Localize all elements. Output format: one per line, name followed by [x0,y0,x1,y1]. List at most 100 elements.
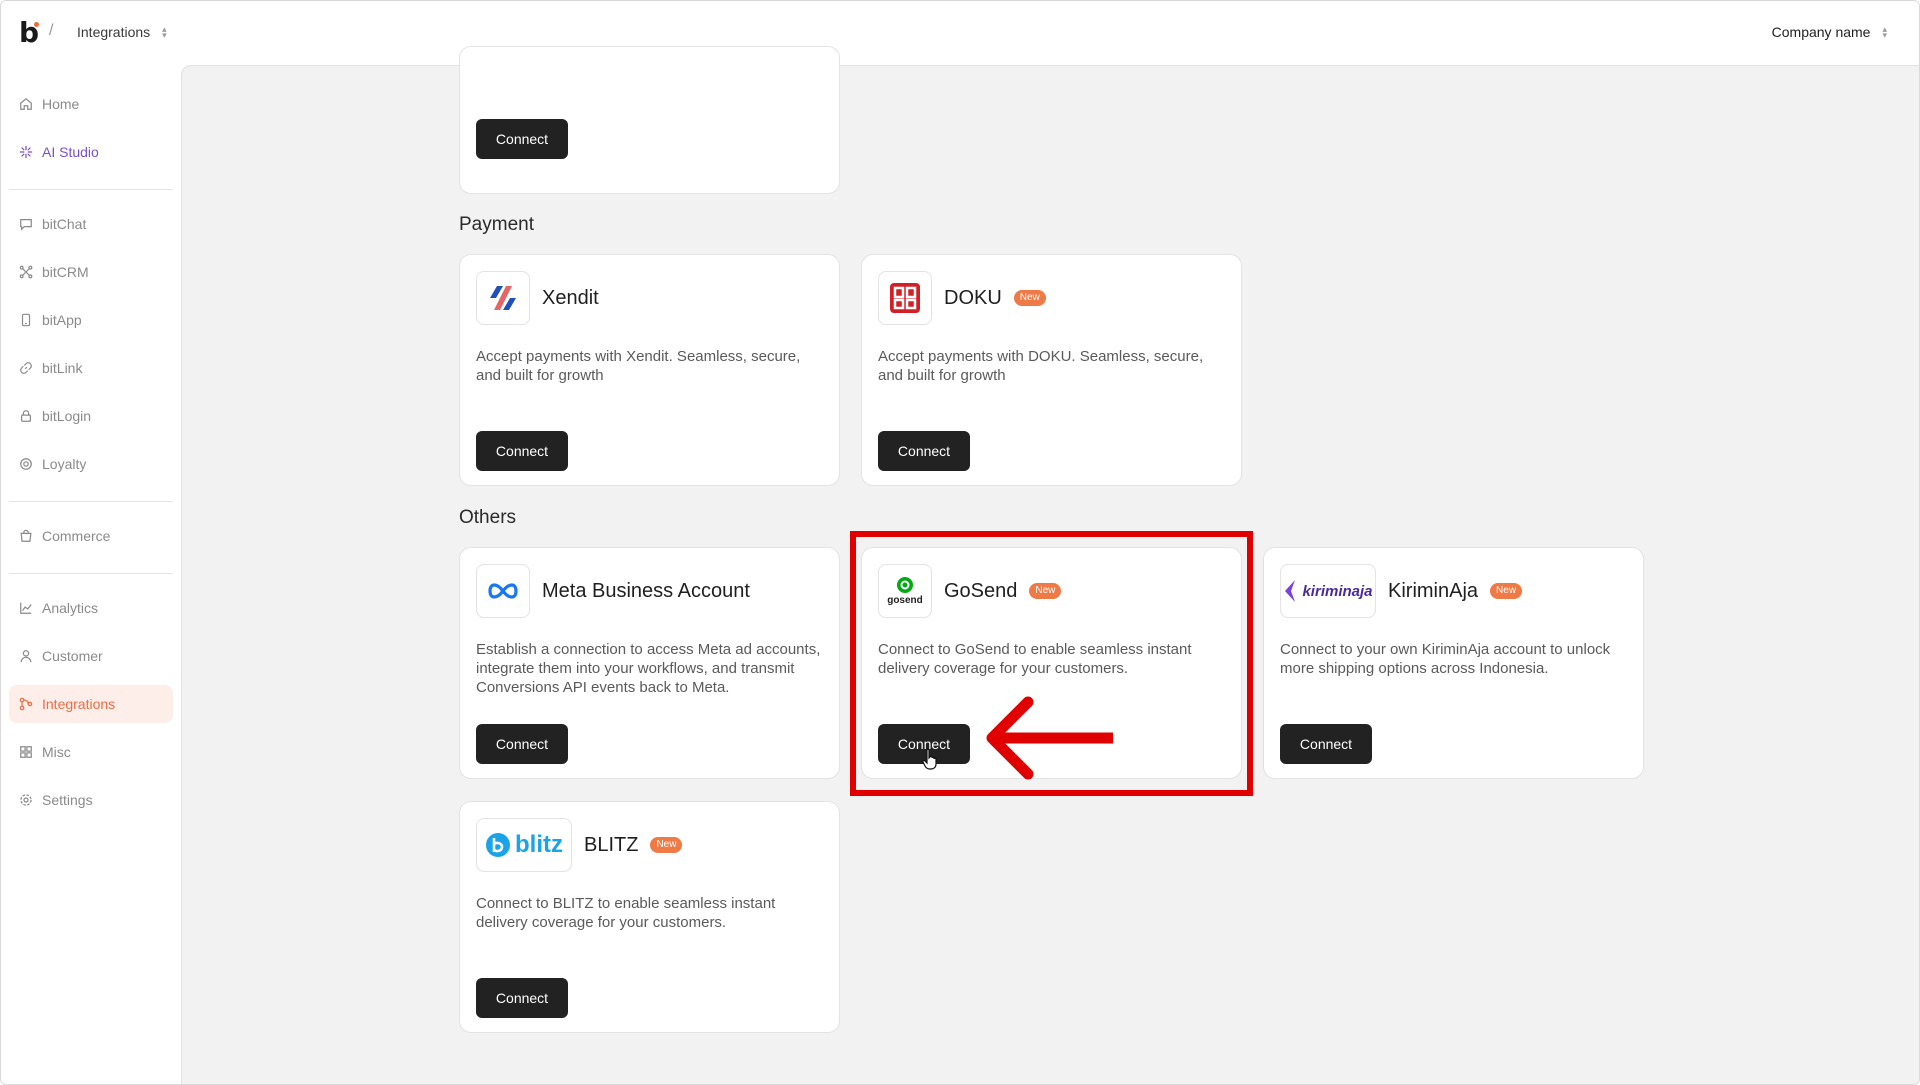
topbar: b / Integrations ▴ ▾ Company name ▴ ▾ [1,1,1919,65]
app-window: b / Integrations ▴ ▾ Company name ▴ ▾ Home… [0,0,1920,1085]
xendit-logo [476,271,530,325]
gosend-wordmark: gosend [887,595,923,606]
card-description: Accept payments with Xendit. Seamless, s… [476,348,801,384]
sidebar-item-home[interactable]: Home [9,85,173,123]
meta-infinity-icon [488,583,518,599]
connect-button[interactable]: Connect [878,431,970,471]
new-badge: New [1029,583,1062,599]
grid-icon [20,746,32,758]
sidebar-divider [9,573,173,574]
main-content: Connect Payment Xendit Accept payments w… [181,46,1919,1084]
sidebar-item-bitapp[interactable]: bitApp [9,301,173,339]
sidebar-item-label: bitCRM [42,264,89,280]
crm-icon [19,265,33,279]
card-description: Connect to your own KiriminAja account t… [1280,641,1611,677]
card-description: Accept payments with DOKU. Seamless, sec… [878,348,1204,384]
chart-icon [20,602,32,614]
card-description: Connect to BLITZ to enable seamless inst… [476,895,776,931]
sidebar-item-label: Settings [42,792,93,808]
user-icon [20,650,32,663]
sidebar-item-misc[interactable]: Misc [9,733,173,771]
xendit-card: Xendit Accept payments with Xendit. Seam… [459,254,840,486]
breadcrumb-switcher[interactable]: Integrations ▴ ▾ [77,24,167,40]
kiriminaja-card: kiriminaja KiriminAja New Connect to you… [1263,547,1644,779]
card-title: KiriminAja [1388,579,1479,602]
sidebar-item-bitchat[interactable]: bitChat [9,205,173,243]
kiriminaja-wordmark: kiriminaja [1302,582,1373,600]
sidebar-item-label: Home [42,96,80,112]
hand-cursor-icon [922,748,937,770]
chevron-updown-icon: ▴ ▾ [162,24,167,40]
company-switcher[interactable]: Company name ▴ ▾ [1772,24,1887,40]
settings-icon [20,794,32,806]
card-description: Connect to GoSend to enable seamless ins… [878,641,1192,677]
breadcrumb-separator: / [49,22,54,39]
sidebar-item-analytics[interactable]: Analytics [9,589,173,627]
sidebar-item-customer[interactable]: Customer [9,637,173,675]
connect-button[interactable]: Connect [476,431,568,471]
logo-dot [34,22,39,27]
blitz-wordmark: blitz [515,831,563,858]
sidebar-item-bitlogin[interactable]: bitLogin [9,397,173,435]
sidebar-item-label: bitApp [42,312,82,328]
xendit-x-icon [490,286,516,310]
connect-button[interactable]: Connect [1280,724,1372,764]
integrations-icon [19,697,33,711]
gosend-logo: gosend [878,564,932,618]
new-badge: New [1013,290,1046,306]
phone-icon [21,313,31,327]
blitz-logo: blitz [476,818,572,872]
sidebar-divider [9,189,173,190]
meta-business-card: Meta Business Account Establish a connec… [459,547,840,779]
sidebar-divider [9,501,173,502]
meta-logo [476,564,530,618]
company-name: Company name [1771,24,1871,40]
new-badge: New [1490,583,1523,599]
loyalty-icon [20,458,32,470]
sidebar-item-label: Commerce [42,528,111,544]
card-header: DOKU New [878,271,1046,325]
card-header: Meta Business Account [476,564,750,618]
home-icon [20,97,32,110]
breadcrumb-label: Integrations [77,24,151,40]
sidebar: Home AI Studio bitChat bitCRM bitApp bit… [1,65,181,1084]
red-arrow-icon [986,696,1113,780]
card-title: DOKU [944,286,1002,309]
sidebar-item-loyalty[interactable]: Loyalty [9,445,173,483]
blitz-card: blitz BLITZ New Connect to BLITZ to enab… [459,801,840,1033]
card-title: BLITZ [584,833,639,856]
integration-card-top: Connect [459,46,840,194]
sidebar-item-bitcrm[interactable]: bitCRM [9,253,173,291]
lock-icon [21,410,31,422]
sidebar-item-label: bitLink [42,360,83,376]
card-header: Xendit [476,271,599,325]
sidebar-item-label: Misc [42,744,71,760]
sidebar-item-integrations[interactable]: Integrations [9,685,173,723]
sidebar-item-commerce[interactable]: Commerce [9,517,173,555]
sidebar-item-settings[interactable]: Settings [9,781,173,819]
card-title: Meta Business Account [542,579,750,602]
connect-button[interactable]: Connect [476,119,568,159]
kiriminaja-mark-icon [1285,580,1296,602]
card-description: Establish a connection to access Meta ad… [476,641,821,696]
sidebar-item-label: Integrations [42,696,116,712]
sparkle-icon [19,145,33,159]
gosend-mark-icon [897,577,913,593]
card-header: kiriminaja KiriminAja New [1280,564,1523,618]
card-title: GoSend [944,579,1018,602]
chat-icon [20,219,32,231]
bag-icon [20,529,32,542]
new-badge: New [650,837,683,853]
doku-logo [878,271,932,325]
sidebar-item-bitlink[interactable]: bitLink [9,349,173,387]
sidebar-item-ai-studio[interactable]: AI Studio [9,133,173,171]
card-title: Xendit [542,286,599,309]
kiriminaja-logo: kiriminaja [1280,564,1376,618]
doku-logo-icon [890,283,920,313]
connect-button[interactable]: Connect [476,978,568,1018]
sidebar-item-label: Customer [42,648,103,664]
sidebar-item-label: AI Studio [42,144,99,160]
blitz-mark-icon [486,833,510,857]
section-title-others: Others [459,507,517,528]
connect-button[interactable]: Connect [476,724,568,764]
